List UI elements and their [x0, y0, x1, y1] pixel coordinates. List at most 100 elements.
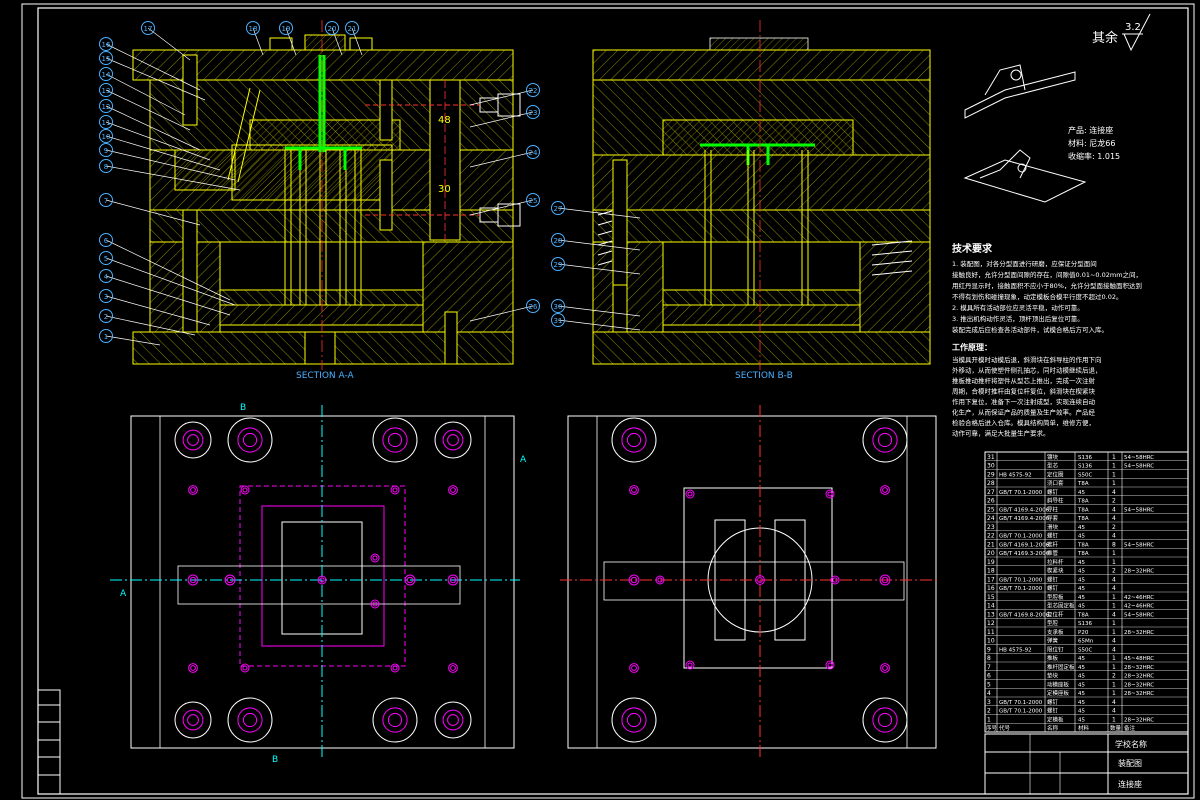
bom-row-no: 7 [987, 664, 991, 671]
bom-row-standard: GB/T 4169.1-2006 [999, 542, 1050, 548]
bom-row-no: 3 [987, 699, 991, 706]
bom-header-name: 名称 [1047, 724, 1059, 732]
bom-row-qty: 4 [1112, 611, 1116, 618]
callout-top-18: 18 [249, 25, 258, 33]
bom-row-qty: 4 [1112, 646, 1116, 653]
callout-b-29: 29 [554, 261, 563, 269]
callout-left-4: 4 [104, 273, 109, 281]
title-drawing: 装配图 [1118, 758, 1142, 768]
bom-row-qty: 4 [1112, 585, 1116, 592]
bom-row-name: 型芯固定板 [1047, 602, 1075, 610]
bom-row-material: P20 [1078, 630, 1089, 636]
bom-row-material: 45 [1078, 525, 1085, 531]
bom-row-qty: 8 [1112, 541, 1116, 548]
bom-row-material: 45 [1078, 717, 1085, 723]
bom-row-material: T8A [1077, 516, 1089, 522]
bom-row-no: 1 [987, 716, 991, 723]
bom-row-qty: 1 [1112, 471, 1116, 478]
bom-row-name: 螺钉 [1047, 488, 1059, 496]
bom-row-material: T8A [1077, 542, 1089, 548]
bom-row-material: 45 [1078, 577, 1085, 583]
bom-header-mat: 材料 [1078, 724, 1090, 732]
bom-row-standard: GB/T 70.1-2000 [999, 577, 1043, 583]
bom-row-material: S136 [1078, 464, 1092, 470]
bom-row-no: 30 [987, 463, 995, 470]
callout-top-19: 19 [282, 25, 291, 33]
section-a-a-view: 48 30 SECTION A-A [132, 20, 521, 381]
dim-30: 30 [438, 184, 451, 195]
section-b-b-view: SECTION B-B [592, 20, 931, 381]
plan-view-moving-half: A A B B [110, 403, 527, 765]
bom-row-material: S136 [1078, 621, 1092, 627]
tech-req-line: 装配完成后应检查各活动部件，试模合格后方可入库。 [952, 325, 1108, 334]
bom-row-no: 27 [987, 489, 995, 496]
tech-req-line: 3. 推出机构动作灵活，顶杆顶出后复位可靠。 [952, 314, 1084, 323]
bom-row-note: 28~32HRC [1124, 682, 1154, 688]
bom-row-no: 17 [987, 576, 995, 583]
bom-row-material: T8A [1077, 499, 1089, 505]
tech-req-line: 用红丹显示时，接触面积不应小于80%，允许分型面接触面积达到 [952, 281, 1142, 290]
bom-row-qty: 1 [1112, 664, 1116, 671]
bom-row-no: 11 [987, 629, 995, 636]
bom-row-material: 45 [1078, 682, 1085, 688]
bom-row-name: 螺钉 [1047, 584, 1059, 592]
bom-row-note: 54~58HRC [1124, 455, 1154, 461]
callout-left-8: 8 [104, 163, 108, 171]
bom-row-qty: 1 [1112, 559, 1116, 566]
product-info: 产品: 连接座 材料: 尼龙66 收缩率: 1.015 [1068, 125, 1120, 161]
assembly-drawing-sheet: 其余 3.2 48 30 SECTION A-A 171615141312111… [21, 3, 1195, 799]
bom-row-no: 10 [987, 638, 995, 645]
bom-row-qty: 1 [1112, 629, 1116, 636]
bom-row-material: S136 [1078, 455, 1092, 461]
bom-row-no: 21 [987, 541, 995, 548]
work-principle-line: 化生产，从而保证产品的质量及生产效率。产品经 [952, 408, 1096, 417]
callout-right-26: 26 [529, 303, 538, 311]
bom-row-name: 螺钉 [1047, 707, 1059, 715]
callout-b-28: 28 [554, 237, 563, 245]
tech-req-line: 接触良好，允许分型面间隙的存在，间隙值0.01~0.02mm之间， [952, 270, 1142, 279]
bom-row-name: 定模板 [1047, 715, 1064, 723]
bom-row-name: 螺钉 [1047, 698, 1059, 706]
bom-row-qty: 1 [1112, 716, 1116, 723]
bom-row-qty: 4 [1112, 506, 1116, 513]
bom-row-no: 29 [987, 471, 995, 478]
bom-row-no: 13 [987, 611, 995, 618]
bom-row-material: 45 [1078, 674, 1085, 680]
tech-req-title: 技术要求 [952, 242, 993, 255]
bom-row-note: 28~32HRC [1124, 665, 1154, 671]
bom-row-no: 16 [987, 585, 995, 592]
callout-left-9: 9 [104, 147, 108, 155]
callout-left-14: 14 [102, 71, 111, 79]
callout-right-22: 22 [529, 87, 538, 95]
callout-left-16: 16 [102, 41, 111, 49]
bom-row-qty: 4 [1112, 533, 1116, 540]
bom-row-material: 45 [1078, 560, 1085, 566]
bom-row-qty: 1 [1112, 681, 1116, 688]
callout-b-31: 31 [554, 317, 563, 325]
cut-b-top: B [240, 403, 246, 413]
work-principle-line: 检验合格后进入仓库。模具结构简单，维修方便， [952, 418, 1095, 427]
bom-row-standard: GB/T 70.1-2000 [999, 700, 1043, 706]
bom-row-name: 滑块 [1047, 523, 1059, 531]
bom-row-no: 2 [987, 708, 991, 715]
cut-a-left: A [120, 589, 127, 599]
bom-row-qty: 2 [1112, 524, 1116, 531]
surface-finish-note: 其余 3.2 [1092, 13, 1151, 52]
section-a-label: SECTION A-A [296, 371, 355, 381]
callout-left-3: 3 [104, 293, 108, 301]
bom-row-name: 动模座板 [1047, 680, 1070, 688]
tech-req-line: 不得有划伤和碰撞现象，动定模板合模平行度不超过0.02。 [952, 292, 1122, 301]
bom-row-standard: GB/T 70.1-2000 [999, 490, 1043, 496]
bom-row-material: 45 [1078, 534, 1085, 540]
title-part-name: 连接座 [1118, 779, 1142, 789]
bom-row-material: 45 [1078, 569, 1085, 575]
tech-req-line: 1. 装配图，对各分型面进行研磨，应保证分型面间 [952, 259, 1097, 268]
callout-top-21: 21 [348, 25, 357, 33]
bom-row-name: 镶块 [1047, 453, 1059, 461]
bom-row-note: 45~48HRC [1124, 656, 1154, 662]
callout-left-10: 10 [102, 133, 111, 141]
bom-row-material: 45 [1078, 604, 1085, 610]
bom-row-name: 型腔 [1047, 619, 1059, 627]
bom-row-name: 浇口套 [1047, 479, 1064, 487]
bom-header-note: 备注 [1124, 724, 1136, 732]
